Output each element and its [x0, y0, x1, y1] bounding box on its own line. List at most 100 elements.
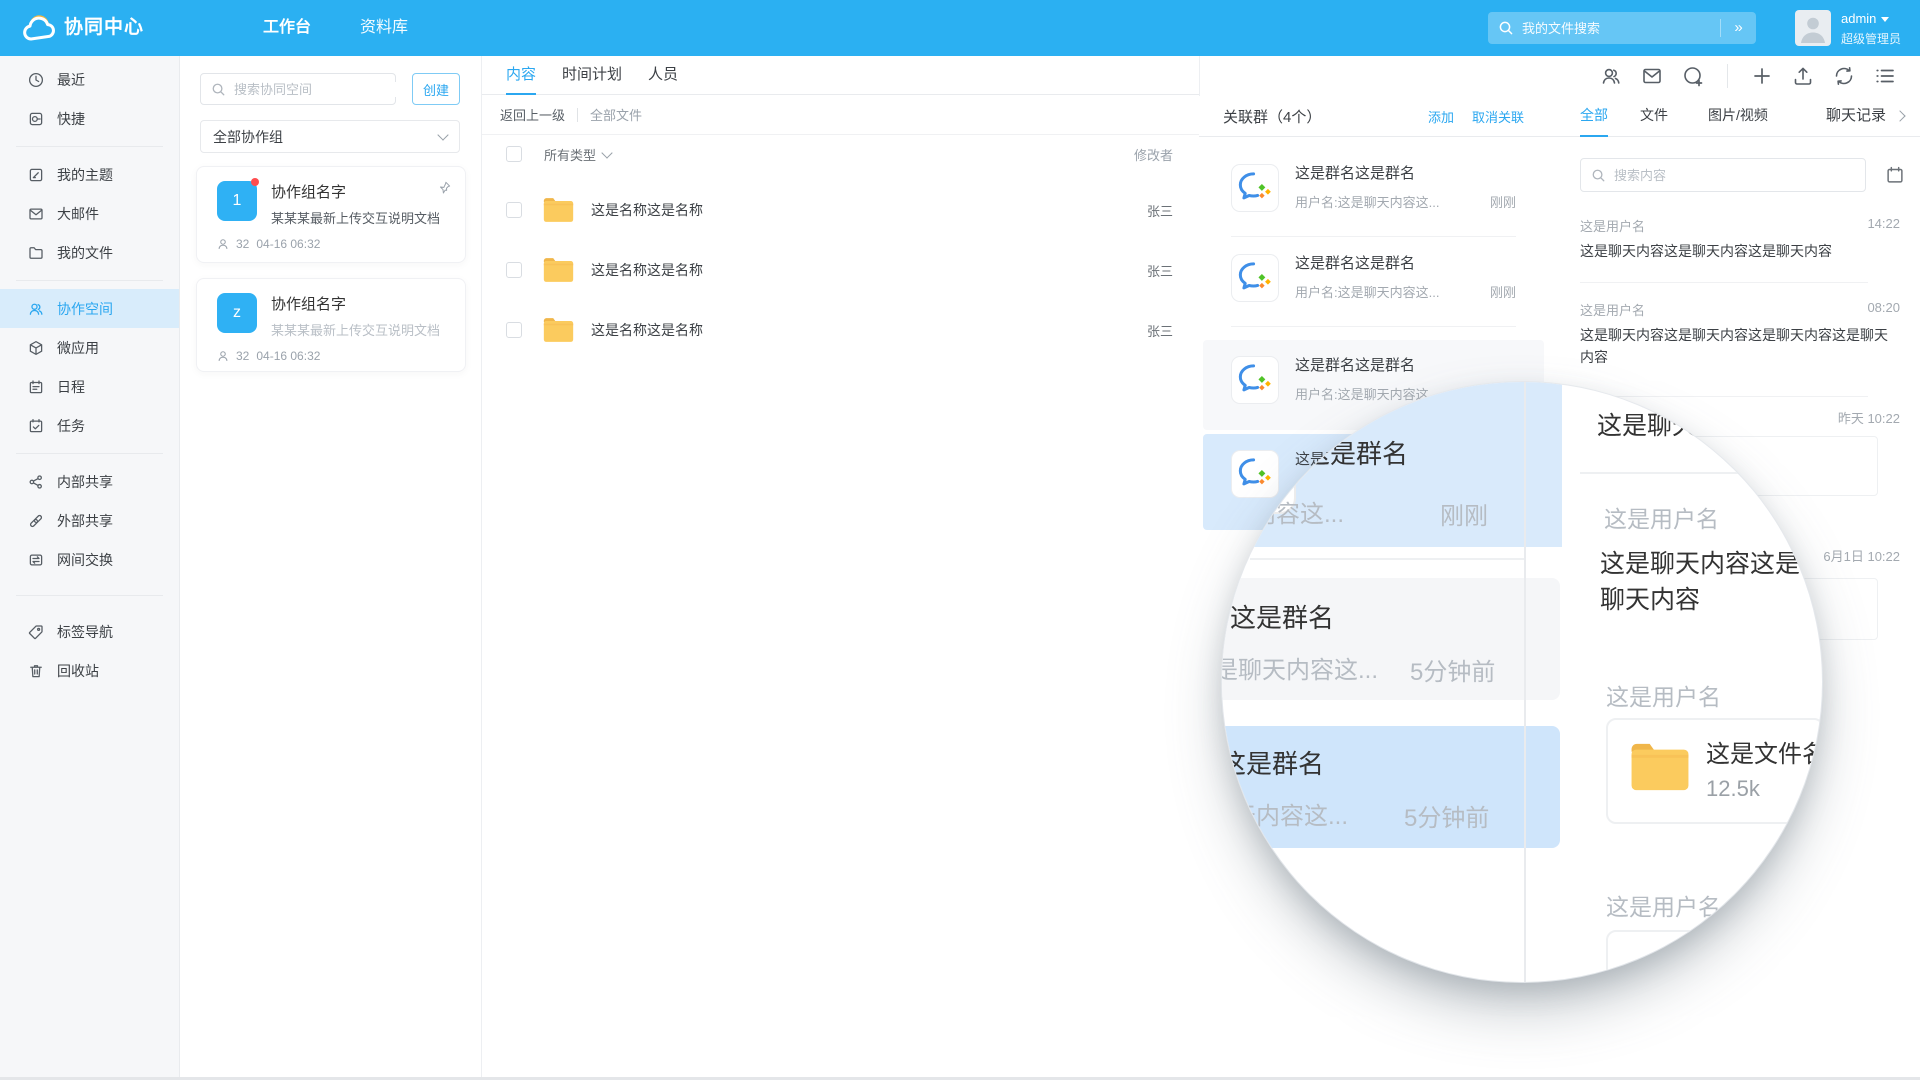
caret-down-icon — [1881, 17, 1889, 22]
tab-all[interactable]: 全部 — [1580, 96, 1608, 137]
upload-icon[interactable] — [1791, 64, 1815, 88]
member-count: 32 — [236, 237, 249, 251]
lens-chat-content: 这是聊天内 — [1597, 406, 1722, 442]
lens-divider — [1580, 472, 1750, 474]
related-group-item[interactable]: 这是群名这是群名 用户名:这是聊天内容这... 刚刚 — [1203, 238, 1544, 326]
header-nav-workbench[interactable]: 工作台 — [263, 0, 311, 56]
magnifier-lens: 这是群名 天内容这... 刚刚 这是群名 是聊天内容这... 5分钟前 这是群名… — [1222, 382, 1822, 982]
list-divider — [1580, 396, 1868, 397]
chat-records-label[interactable]: 聊天记录 — [1826, 96, 1886, 137]
tab-members[interactable]: 人员 — [648, 56, 678, 95]
sidebar-item-tasks[interactable]: 任务 — [0, 406, 179, 445]
sidebar-item-big-mail[interactable]: 大邮件 — [0, 194, 179, 233]
sidebar-item-my-topics[interactable]: 我的主题 — [0, 155, 179, 194]
sidebar-item-label: 协作空间 — [57, 299, 113, 319]
add-group-link[interactable]: 添加 — [1428, 107, 1454, 126]
file-list-header: 所有类型 修改者 — [482, 135, 1199, 173]
mail-icon[interactable] — [1640, 64, 1664, 88]
sidebar-item-schedule[interactable]: 日程 — [0, 367, 179, 406]
file-row[interactable]: 这是名称这是名称 张三 — [482, 180, 1199, 240]
type-filter[interactable]: 所有类型 — [544, 145, 611, 164]
add-icon[interactable] — [1750, 64, 1774, 88]
calendar-filter-icon[interactable] — [1884, 164, 1906, 186]
group-card[interactable]: 1 协作组名字 某某某最新上传交互说明文档 32 04-16 06:32 — [196, 166, 466, 263]
sidebar-item-collab-space[interactable]: 协作空间 — [0, 289, 179, 328]
user-name[interactable]: admin — [1841, 11, 1889, 26]
lens-chat-user: 这是用户名 — [1606, 888, 1721, 922]
tab-content[interactable]: 内容 — [506, 56, 536, 95]
members-icon[interactable] — [1599, 64, 1623, 88]
sidebar-item-label: 最近 — [57, 70, 85, 90]
global-search-input[interactable] — [1522, 21, 1720, 36]
collab-groups-panel: 创建 全部协作组 1 协作组名字 某某某最新上传交互说明文档 32 04-16 … — [180, 56, 482, 1080]
related-group-title: 这是群名这是群名 — [1295, 252, 1415, 273]
member-icon — [217, 350, 229, 362]
pin-icon[interactable] — [437, 180, 452, 195]
tag-icon — [27, 623, 45, 641]
header-nav-library[interactable]: 资料库 — [360, 0, 408, 56]
sidebar-item-external-share[interactable]: 外部共享 — [0, 501, 179, 540]
file-modifier: 张三 — [1147, 261, 1173, 280]
sidebar-item-network-exchange[interactable]: 网间交换 — [0, 540, 179, 579]
group-filter-dropdown[interactable]: 全部协作组 — [200, 120, 460, 153]
group-chat-icon — [1231, 164, 1279, 212]
sidebar-item-internal-share[interactable]: 内部共享 — [0, 462, 179, 501]
create-group-button[interactable]: 创建 — [412, 73, 460, 105]
breadcrumb-back[interactable]: 返回上一级 — [500, 105, 565, 124]
lens-group-last-msg: 天内容这... — [1228, 494, 1344, 529]
sidebar-divider — [16, 280, 163, 281]
sidebar-item-my-files[interactable]: 我的文件 — [0, 233, 179, 272]
refresh-icon[interactable] — [1832, 64, 1856, 88]
file-row[interactable]: 这是名称这是名称 张三 — [482, 240, 1199, 300]
message-time: 14:22 — [1867, 216, 1900, 231]
chat-search[interactable] — [1580, 158, 1866, 192]
list-view-icon[interactable] — [1873, 64, 1897, 88]
sidebar-item-micro-apps[interactable]: 微应用 — [0, 328, 179, 367]
message-user: 这是用户名 — [1580, 300, 1645, 319]
chat-tabs: 全部 文件 图片/视频 聊天记录 — [1548, 96, 1920, 137]
list-divider — [1580, 282, 1868, 283]
sidebar-item-label: 日程 — [57, 377, 85, 397]
group-card[interactable]: z 协作组名字 某某某最新上传交互说明文档 32 04-16 06:32 — [196, 278, 466, 372]
sidebar-item-label: 外部共享 — [57, 511, 113, 531]
group-search[interactable] — [200, 73, 396, 105]
file-row[interactable]: 这是名称这是名称 张三 — [482, 300, 1199, 360]
select-all-checkbox[interactable] — [506, 146, 522, 162]
user-avatar[interactable] — [1795, 10, 1831, 46]
lens-file-card: 这是文件名 12.5k — [1606, 718, 1822, 824]
global-search[interactable]: » — [1488, 12, 1756, 44]
lens-divider — [1250, 558, 1526, 560]
toolbar-divider — [1727, 64, 1728, 88]
sidebar-divider — [16, 595, 163, 596]
row-checkbox[interactable] — [506, 322, 522, 338]
unlink-group-link[interactable]: 取消关联 — [1472, 107, 1524, 126]
sidebar-item-label: 大邮件 — [57, 204, 99, 224]
lens-chat-user: 这是用户名 — [1606, 678, 1721, 712]
tab-timeline[interactable]: 时间计划 — [562, 56, 622, 95]
sidebar-item-recycle-bin[interactable]: 回收站 — [0, 651, 179, 690]
group-title: 协作组名字 — [271, 293, 346, 314]
sidebar-item-quick[interactable]: 快捷 — [0, 99, 179, 138]
sidebar-item-label: 标签导航 — [57, 622, 113, 642]
tab-files[interactable]: 文件 — [1640, 96, 1668, 137]
sidebar-divider — [16, 146, 163, 147]
sidebar-item-tag-nav[interactable]: 标签导航 — [0, 612, 179, 651]
share-nodes-icon — [27, 473, 45, 491]
shortcut-icon — [27, 110, 45, 128]
tab-media[interactable]: 图片/视频 — [1708, 96, 1768, 137]
type-filter-label: 所有类型 — [544, 145, 596, 164]
chevron-right-icon[interactable] — [1894, 110, 1905, 121]
chevron-down-icon — [601, 147, 612, 158]
row-checkbox[interactable] — [506, 202, 522, 218]
history-add-icon[interactable] — [1681, 64, 1705, 88]
sidebar-item-recent[interactable]: 最近 — [0, 60, 179, 99]
sidebar-item-label: 任务 — [57, 416, 85, 436]
row-checkbox[interactable] — [506, 262, 522, 278]
lens-group-title: 这是群名 — [1304, 434, 1408, 471]
breadcrumb-separator — [577, 108, 578, 122]
chat-search-input[interactable] — [1614, 168, 1857, 183]
related-group-item[interactable]: 这是群名这是群名 用户名:这是聊天内容这... 刚刚 — [1203, 148, 1544, 236]
group-search-input[interactable] — [234, 82, 410, 97]
search-advanced-button[interactable]: » — [1720, 19, 1756, 37]
list-divider — [1231, 236, 1516, 237]
